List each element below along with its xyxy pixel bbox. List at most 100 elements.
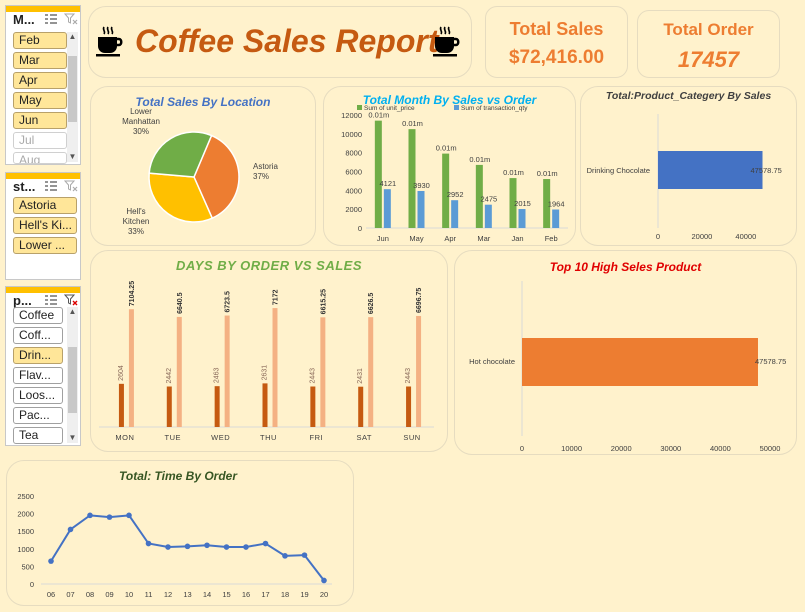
x-tick-label: 19 xyxy=(300,590,308,599)
x-tick-label: Mar xyxy=(477,234,490,243)
month-bar-chart: 020004000600080001000012000Sum of unit_p… xyxy=(341,105,568,243)
y-tick-label: 8000 xyxy=(345,149,362,158)
x-tick-label: 08 xyxy=(86,590,94,599)
x-tick-label: 06 xyxy=(47,590,55,599)
bar-unit-price xyxy=(374,120,382,228)
bar-sales xyxy=(320,317,326,427)
coffee-cup-icon xyxy=(433,26,460,57)
scroll-down-icon[interactable]: ▼ xyxy=(67,433,78,443)
data-point xyxy=(243,544,249,550)
month-chart-panel: Total Month By Sales vs Order 0 2000 4000 6… xyxy=(323,86,576,246)
slicer-item[interactable]: Aug xyxy=(13,152,67,164)
days-bar-chart: 2604 7104.25 MON 2442 6640.5 TUE 2463 6723.5 WED… xyxy=(99,281,434,442)
data-label: 2952 xyxy=(447,190,464,199)
y-tick-label: 2000 xyxy=(17,510,34,519)
data-point xyxy=(87,512,93,519)
pie-value-label: 30% xyxy=(133,127,149,136)
data-label: 2015 xyxy=(514,199,531,208)
pie-value-label: 33% xyxy=(128,227,144,236)
x-tick-label: 12 xyxy=(164,590,172,599)
data-label: 2475 xyxy=(480,195,497,204)
top10-chart-panel: Top 10 High Seles Product Hot chocolate 4… xyxy=(454,250,797,455)
scroll-thumb[interactable] xyxy=(68,56,77,122)
data-label: 3930 xyxy=(413,181,430,190)
slicer-item[interactable]: Tea xyxy=(13,427,63,444)
scroll-up-icon[interactable]: ▲ xyxy=(67,307,78,317)
slicer-item[interactable]: Feb xyxy=(13,32,67,49)
bar-orders xyxy=(358,386,364,427)
data-label: 6615.25 xyxy=(320,289,327,314)
slicer-item[interactable]: Apr xyxy=(13,72,67,89)
slicer-item[interactable]: Loos... xyxy=(13,387,63,404)
x-tick-label: MON xyxy=(115,433,134,442)
x-tick-label: TUE xyxy=(165,433,182,442)
scroll-thumb[interactable] xyxy=(68,347,77,413)
kpi-label: Total Order xyxy=(663,20,754,39)
bar-transaction-qty xyxy=(417,190,425,228)
kpi-total-order: Total Order 17457 xyxy=(637,10,780,78)
title-panel: Coffee Sales Report xyxy=(88,6,472,78)
category-label: Hot chocolate xyxy=(469,357,515,366)
data-label: 4121 xyxy=(379,179,396,188)
y-tick-label: 0 xyxy=(30,580,34,589)
y-tick-label: 500 xyxy=(21,562,34,571)
days-chart-panel: DAYS BY ORDER VS SALES 2604 7104.25 MON 244… xyxy=(90,250,448,452)
slicer-item[interactable]: Flav... xyxy=(13,367,63,384)
slicer-item[interactable]: Lower ... xyxy=(13,237,77,254)
y-tick-label: 12000 xyxy=(341,111,362,120)
data-point xyxy=(67,526,74,533)
pie-label: Hell's xyxy=(126,207,145,216)
top10-bar-chart: Hot chocolate 47578.75 0 10000 20000 30000 400… xyxy=(469,281,786,453)
data-label: 0.01m xyxy=(436,144,457,153)
clear-filter-icon[interactable] xyxy=(64,13,78,25)
slicer-item[interactable]: Drin... xyxy=(13,347,63,364)
slicer-item[interactable]: May xyxy=(13,92,67,109)
slicer-scrollbar[interactable]: ▲ ▼ xyxy=(67,32,78,162)
slicer-item[interactable]: Coff... xyxy=(13,327,63,344)
slicer-item[interactable]: Mar xyxy=(13,52,67,69)
store-slicer: st... Astoria Hell's Ki... Lower ... xyxy=(5,172,81,280)
pie-label: Kitchen xyxy=(123,217,150,226)
x-tick-label: 30000 xyxy=(660,444,681,453)
slicer-scrollbar[interactable]: ▲ ▼ xyxy=(67,307,78,443)
slicer-item[interactable]: Pac... xyxy=(13,407,63,424)
x-tick-label: Jun xyxy=(377,234,389,243)
multi-select-icon[interactable] xyxy=(44,294,58,306)
data-label: 0.01m xyxy=(503,168,524,177)
data-label: 7172 xyxy=(273,289,280,305)
slicer-item[interactable]: Hell's Ki... xyxy=(13,217,77,234)
x-tick-label: 20000 xyxy=(611,444,632,453)
pie-value-label: 37% xyxy=(253,172,269,181)
clear-filter-icon[interactable] xyxy=(64,180,78,192)
slicer-item[interactable]: Coffee xyxy=(13,307,63,324)
scroll-up-icon[interactable]: ▲ xyxy=(67,32,78,42)
scroll-down-icon[interactable]: ▼ xyxy=(67,152,78,162)
data-label: 0.01m xyxy=(402,119,423,128)
data-point xyxy=(165,544,171,550)
clear-filter-icon[interactable] xyxy=(64,294,78,306)
multi-select-icon[interactable] xyxy=(44,180,58,192)
data-label: 2463 xyxy=(214,367,221,383)
slicer-item[interactable]: Jun xyxy=(13,112,67,129)
bar-orders xyxy=(118,383,124,427)
y-tick-label: 10000 xyxy=(341,130,362,139)
slicer-item[interactable]: Jul xyxy=(13,132,67,149)
category-bar-chart: Drinking Chocolate 47578.75 0 20000 40000 xyxy=(587,114,782,241)
slicer-item[interactable]: Astoria xyxy=(13,197,77,214)
x-tick-label: 07 xyxy=(66,590,74,599)
kpi-value: 17457 xyxy=(677,47,740,72)
data-label: 2442 xyxy=(166,368,173,384)
x-tick-label: 0 xyxy=(656,232,660,241)
data-label: 2604 xyxy=(118,365,125,381)
bar-orders xyxy=(406,386,412,427)
multi-select-icon[interactable] xyxy=(44,13,58,25)
y-tick-label: 1000 xyxy=(17,545,34,554)
data-label: 0.01m xyxy=(469,155,490,164)
data-point xyxy=(321,577,327,584)
data-label: 0.01m xyxy=(368,111,389,120)
x-tick-label: SUN xyxy=(403,433,420,442)
data-point xyxy=(223,544,230,550)
y-tick-label: 6000 xyxy=(345,168,362,177)
data-label: 47578.75 xyxy=(751,166,782,175)
pie-label: Lower xyxy=(130,107,152,116)
